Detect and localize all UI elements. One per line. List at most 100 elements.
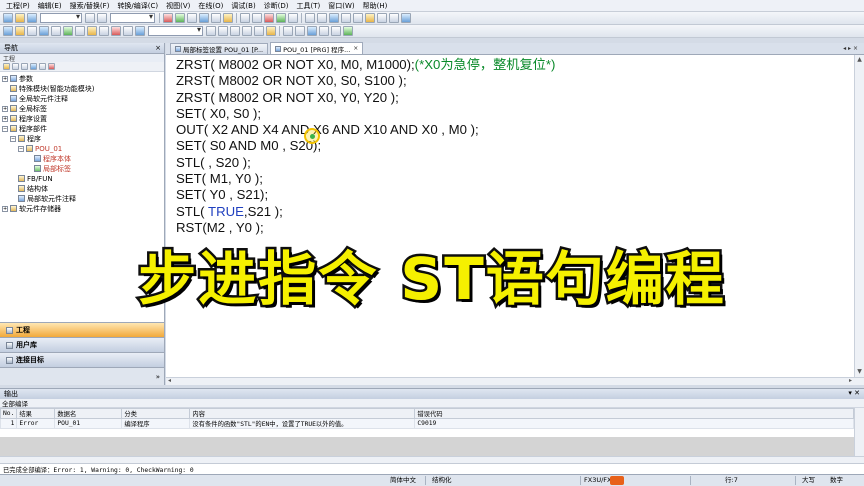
tab-scroll-buttons[interactable]: ◂ ▸ × bbox=[843, 45, 858, 52]
navigation-close-icon[interactable]: × bbox=[155, 44, 161, 52]
align-right-icon[interactable] bbox=[218, 26, 228, 36]
tab-pou01-program[interactable]: POU_01 [PRG] 程序... × bbox=[270, 42, 364, 54]
scroll-down-icon[interactable]: ▼ bbox=[855, 367, 864, 377]
menu-debug[interactable]: 调试(B) bbox=[227, 1, 259, 11]
library-icon[interactable] bbox=[87, 26, 97, 36]
tab-close-icon[interactable]: × bbox=[353, 45, 358, 52]
indent-icon[interactable] bbox=[230, 26, 240, 36]
tree-item-global-label[interactable]: + 全局标签 bbox=[2, 104, 47, 113]
menu-diagnostics[interactable]: 诊断(D) bbox=[260, 1, 293, 11]
print-icon[interactable] bbox=[401, 13, 411, 23]
window-icon[interactable] bbox=[329, 13, 339, 23]
tree-item-structure[interactable]: 结构体 bbox=[18, 184, 48, 193]
expander[interactable]: + bbox=[2, 115, 8, 122]
tab-local-label-setting[interactable]: 局部标签设置 POU_01 [P... bbox=[170, 43, 269, 54]
open-project-icon[interactable] bbox=[15, 13, 25, 23]
cut-icon[interactable] bbox=[85, 13, 95, 23]
column-header[interactable]: 数据名 bbox=[54, 408, 123, 419]
column-header[interactable]: 结果 bbox=[16, 408, 56, 419]
menu-help[interactable]: 帮助(H) bbox=[359, 1, 392, 11]
st-icon[interactable] bbox=[51, 26, 61, 36]
expander[interactable]: − bbox=[10, 135, 16, 142]
column-header[interactable]: No. bbox=[0, 408, 18, 419]
run-icon[interactable] bbox=[276, 13, 286, 23]
breakpoint-icon[interactable] bbox=[111, 26, 121, 36]
toolbar-combo-1[interactable] bbox=[40, 12, 82, 23]
code-line[interactable]: ZRST( M8002 OR NOT X0, M0, M1000);(*X0为急… bbox=[176, 57, 555, 73]
tree-item-pou01[interactable]: − POU_01 bbox=[18, 144, 62, 153]
menu-convert-compile[interactable]: 转换/编译(C) bbox=[113, 1, 162, 11]
stop-icon[interactable] bbox=[264, 13, 274, 23]
label-icon[interactable] bbox=[353, 13, 363, 23]
monitor-icon[interactable] bbox=[199, 13, 209, 23]
menu-window[interactable]: 窗口(W) bbox=[324, 1, 358, 11]
template-icon[interactable] bbox=[319, 26, 329, 36]
comment-icon[interactable] bbox=[365, 13, 375, 23]
column-header[interactable]: 分类 bbox=[121, 408, 191, 419]
plc-read-icon[interactable] bbox=[163, 13, 173, 23]
nav-more-icon[interactable]: » bbox=[156, 373, 160, 381]
help-icon[interactable] bbox=[135, 26, 145, 36]
watch-icon[interactable] bbox=[123, 26, 133, 36]
tree-item-fb-fun[interactable]: FB/FUN bbox=[18, 174, 53, 183]
toolbar-combo-2[interactable] bbox=[110, 12, 155, 23]
editor-horizontal-scrollbar[interactable]: ◂ ▸ bbox=[166, 377, 864, 385]
toolbar-combo-3[interactable] bbox=[148, 25, 203, 36]
list-icon[interactable] bbox=[377, 13, 387, 23]
save-icon[interactable] bbox=[27, 13, 37, 23]
tree-item-local-device-comment[interactable]: 局部软元件注释 bbox=[18, 194, 76, 203]
code-line[interactable]: SET( M1, Y0 ); bbox=[176, 171, 555, 187]
code-line[interactable]: STL( TRUE,S21 ); bbox=[176, 204, 555, 220]
menu-find-replace[interactable]: 搜索/替换(F) bbox=[66, 1, 114, 11]
sfc-icon[interactable] bbox=[63, 26, 73, 36]
uppercase-icon[interactable] bbox=[283, 26, 293, 36]
new-project-icon[interactable] bbox=[3, 13, 13, 23]
project-icon[interactable] bbox=[27, 26, 37, 36]
expander[interactable]: + bbox=[2, 205, 8, 212]
table-icon[interactable] bbox=[389, 13, 399, 23]
search-icon[interactable] bbox=[223, 13, 233, 23]
output-vertical-scrollbar[interactable] bbox=[854, 408, 864, 456]
column-header[interactable]: 内容 bbox=[189, 408, 416, 419]
step-icon[interactable] bbox=[288, 13, 298, 23]
lowercase-icon[interactable] bbox=[295, 26, 305, 36]
column-header[interactable]: 错误代码 bbox=[414, 408, 854, 419]
menu-tools[interactable]: 工具(T) bbox=[293, 1, 325, 11]
device-icon[interactable] bbox=[211, 13, 221, 23]
outdent-icon[interactable] bbox=[242, 26, 252, 36]
align-left-icon[interactable] bbox=[206, 26, 216, 36]
zoom-in-icon[interactable] bbox=[305, 13, 315, 23]
nav-button-project[interactable]: 工程 bbox=[0, 322, 164, 337]
insert-icon[interactable] bbox=[331, 26, 341, 36]
code-line[interactable]: ZRST( M8002 OR NOT X0, Y0, Y20 ); bbox=[176, 90, 555, 106]
output-controls-icon[interactable]: ▾ ✕ bbox=[848, 389, 860, 397]
tree-item-global-device-comment[interactable]: 全局软元件注释 bbox=[10, 94, 68, 103]
nav-properties-icon[interactable] bbox=[30, 63, 37, 70]
code-line[interactable]: OUT( X2 AND X4 AND X6 AND X10 AND X0 , M… bbox=[176, 122, 555, 138]
nav-open-icon[interactable] bbox=[12, 63, 19, 70]
editor-vertical-scrollbar[interactable]: ▲ ▼ bbox=[854, 55, 864, 377]
format-icon[interactable] bbox=[307, 26, 317, 36]
nav-filter-icon[interactable] bbox=[48, 63, 55, 70]
nav-delete-icon[interactable] bbox=[39, 63, 46, 70]
code-line[interactable]: SET( S0 AND M0 , S20); bbox=[176, 138, 555, 154]
tree-item-program-body[interactable]: 程序本体 bbox=[34, 154, 71, 163]
scroll-right-icon[interactable]: ▸ bbox=[849, 377, 852, 384]
copy-icon[interactable] bbox=[97, 13, 107, 23]
label-table-icon[interactable] bbox=[99, 26, 109, 36]
zoom-out-icon[interactable] bbox=[317, 13, 327, 23]
code-line[interactable]: ZRST( M8002 OR NOT X0, S0, S100 ); bbox=[176, 73, 555, 89]
tree-item-device-memory[interactable]: + 软元件存储器 bbox=[2, 204, 61, 213]
expander[interactable]: + bbox=[2, 75, 8, 82]
check-icon[interactable] bbox=[343, 26, 353, 36]
tree-item-special-module[interactable]: 特殊模块(智能功能模块) bbox=[10, 84, 94, 93]
code-line[interactable]: STL( , S20 ); bbox=[176, 155, 555, 171]
table-row[interactable]: 1 Error POU_01 编译程序 没有条件的函数"STL"的EN中，设置了… bbox=[0, 418, 854, 429]
menu-view[interactable]: 视图(V) bbox=[162, 1, 194, 11]
redo-icon[interactable] bbox=[252, 13, 262, 23]
menu-edit[interactable]: 编辑(E) bbox=[34, 1, 66, 11]
verify-icon[interactable] bbox=[187, 13, 197, 23]
tree-item-program-setting[interactable]: + 程序设置 bbox=[2, 114, 47, 123]
tree-item-program-parts[interactable]: − 程序部件 bbox=[2, 124, 47, 133]
bookmark-icon[interactable] bbox=[254, 26, 264, 36]
